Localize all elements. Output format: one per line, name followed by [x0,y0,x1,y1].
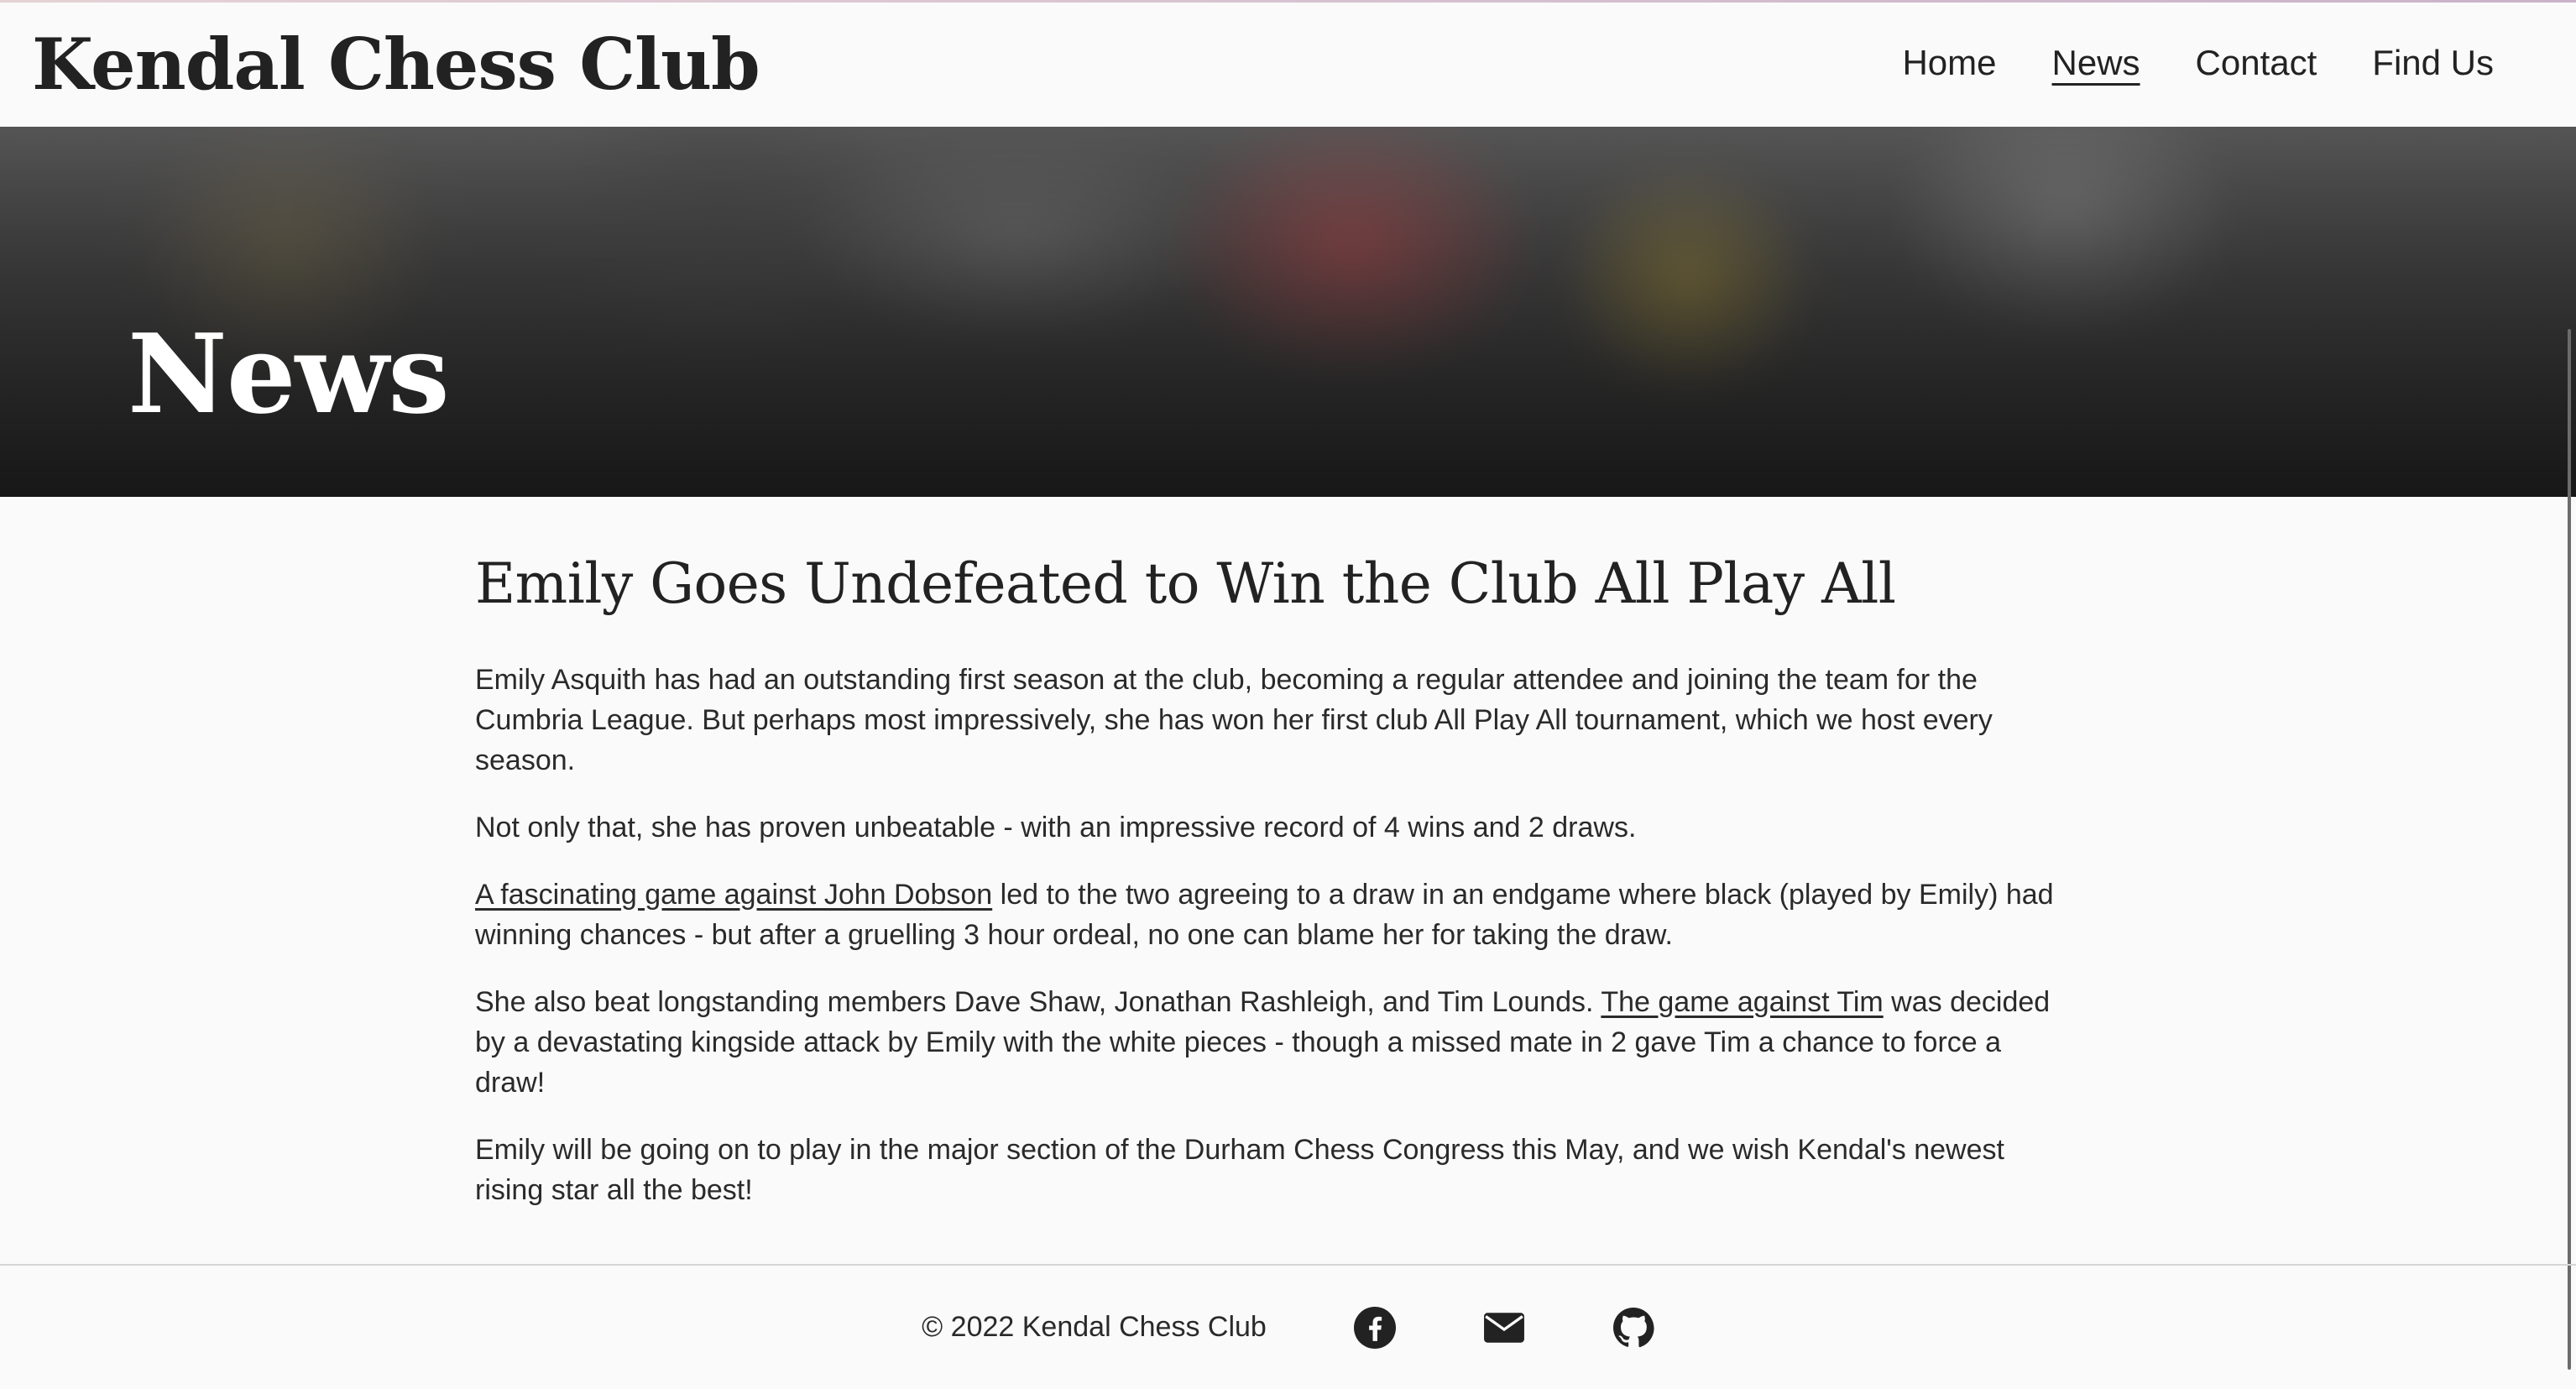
article-paragraph-2: Not only that, she has proven unbeatable… [475,811,1637,843]
site-title[interactable]: Kendal Chess Club [32,29,760,100]
nav-home[interactable]: Home [1902,43,1996,86]
game-link-tim[interactable]: The game against Tim [1601,986,1883,1018]
hero-title: News [128,310,450,438]
copyright-text: © 2022 Kendal Chess Club [922,1311,1267,1343]
nav-contact[interactable]: Contact [2196,43,2317,86]
news-article: Emily Goes Undefeated to Win the Club Al… [475,550,2061,1237]
scrollbar[interactable] [2568,329,2571,1370]
facebook-icon[interactable] [1353,1306,1396,1349]
game-link-john-dobson[interactable]: A fascinating game against John Dobson [475,879,992,911]
article-paragraph-1: Emily Asquith has had an outstanding fir… [475,663,1993,776]
article-paragraph-4: She also beat longstanding members Dave … [475,982,2061,1103]
article-paragraph-4-text-start: She also beat longstanding members Dave … [475,985,1602,1018]
hero-banner: News [0,127,2576,497]
article-headline: Emily Goes Undefeated to Win the Club Al… [475,551,1896,616]
article-paragraph-3: A fascinating game against John Dobson l… [475,875,2061,955]
envelope-icon[interactable] [1483,1307,1525,1349]
github-icon[interactable] [1612,1307,1654,1349]
site-footer: © 2022 Kendal Chess Club [0,1266,2576,1389]
nav-news[interactable]: News [2052,43,2140,86]
main-nav: Home News Contact Find Us [1902,43,2494,86]
site-header: Kendal Chess Club Home News Contact Find… [0,3,2576,127]
article-paragraph-5: Emily will be going on to play in the ma… [475,1133,2004,1206]
nav-find-us[interactable]: Find Us [2372,43,2494,86]
social-links [1353,1306,1654,1349]
